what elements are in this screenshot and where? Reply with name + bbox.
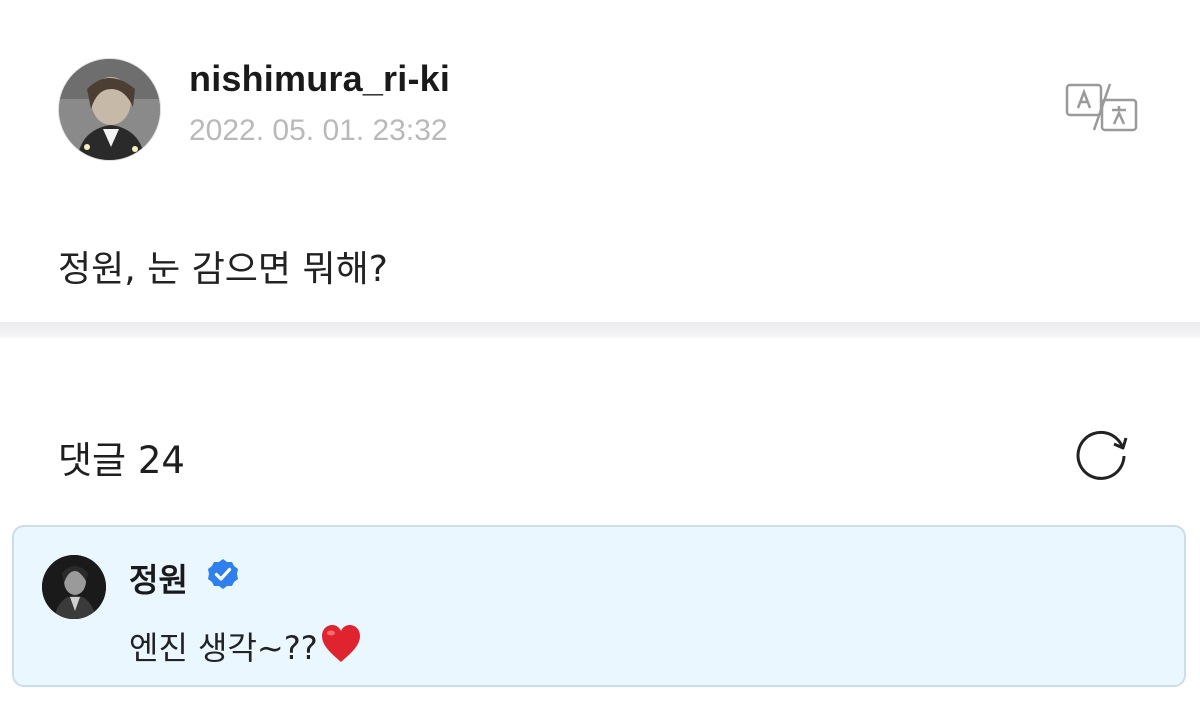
post-timestamp: 2022. 05. 01. 23:32 <box>189 114 448 147</box>
comment-text: 엔진 생각~?? <box>129 623 362 669</box>
comment-author[interactable]: 정원 <box>129 555 188 601</box>
author-username[interactable]: nishimura_ri-ki <box>189 58 450 100</box>
refresh-icon <box>1076 430 1128 480</box>
avatar-photo <box>42 555 106 619</box>
commenter-avatar[interactable] <box>42 555 106 619</box>
post-header: nishimura_ri-ki 2022. 05. 01. 23:32 <box>0 0 1200 200</box>
avatar-photo <box>59 59 160 160</box>
post-body: 정원, 눈 감으면 뭐해? <box>58 249 388 290</box>
comment-card[interactable]: 정원 엔진 생각~?? <box>12 525 1186 687</box>
comments-count-header: 댓글 24 <box>58 439 185 482</box>
refresh-button[interactable] <box>1074 424 1130 480</box>
comment-text-content: 엔진 생각~?? <box>129 629 318 667</box>
translate-icon <box>1065 83 1138 132</box>
heart-icon <box>321 625 360 662</box>
translate-button[interactable] <box>1064 80 1140 134</box>
author-avatar[interactable] <box>58 58 161 161</box>
section-divider <box>0 322 1200 338</box>
verified-badge-icon <box>207 558 239 590</box>
